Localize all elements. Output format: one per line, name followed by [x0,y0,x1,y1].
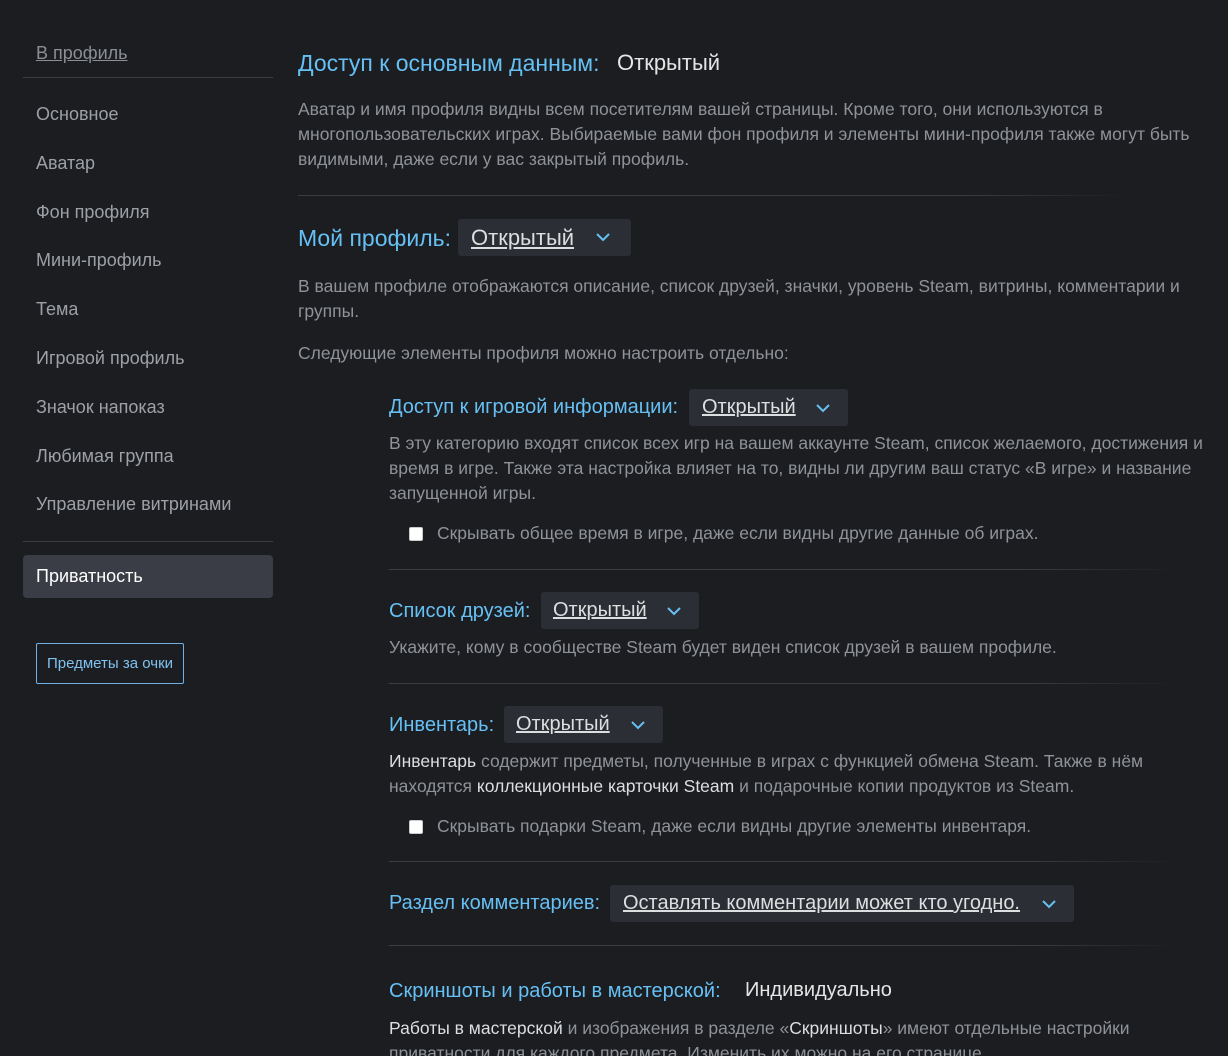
screenshots-title: Скриншоты и работы в мастерской: [389,980,721,1002]
sidebar: В профиль Основное Аватар Фон профиля Ми… [23,40,273,684]
sidebar-item-general[interactable]: Основное [23,90,273,139]
game-info-dropdown-value: Открытый [702,396,796,418]
trading-cards-term: коллекционные карточки Steam [476,776,735,796]
comments-title: Раздел комментариев: [389,892,601,914]
hide-playtime-checkbox[interactable] [409,526,423,541]
my-profile-description: В вашем профиле отображаются описание, с… [298,276,1180,321]
divider [389,683,1179,684]
sidebar-nav: Основное Аватар Фон профиля Мини-профиль… [23,78,273,543]
my-profile-note: Следующие элементы профиля можно настрои… [298,343,789,363]
workshop-term: Работы в мастерской [389,1018,563,1038]
chevron-down-icon [596,233,610,242]
my-profile-dropdown-value: Открытый [471,224,575,250]
hide-gifts-label: Скрывать подарки Steam, даже если видны … [437,816,1032,836]
sidebar-item-privacy[interactable]: Приватность [23,555,273,599]
inventory-dropdown[interactable]: Открытый [504,706,663,743]
my-profile-dropdown[interactable]: Открытый [458,219,631,256]
inventory-dropdown-value: Открытый [516,713,610,735]
divider [389,861,1179,862]
divider [298,195,1128,196]
screenshots-desc-text: и изображения в разделе « [562,1018,790,1038]
comments-dropdown[interactable]: Оставлять комментарии может кто угодно. [610,885,1074,922]
sidebar-item-background[interactable]: Фон профиля [23,188,273,237]
friends-dropdown-value: Открытый [553,599,647,621]
friends-description: Укажите, кому в сообществе Steam будет в… [389,637,1057,657]
divider [389,945,1179,946]
game-info-title: Доступ к игровой информации: [389,396,679,418]
basic-access-value: Открытый [617,50,721,75]
inventory-term: Инвентарь [389,751,477,771]
sidebar-item-mini-profile[interactable]: Мини-профиль [23,236,273,285]
game-info-description: В эту категорию входят список всех игр н… [389,433,1203,503]
friends-dropdown[interactable]: Открытый [541,592,699,629]
friends-title: Список друзей: [389,600,531,622]
chevron-down-icon [667,607,681,616]
inventory-description: Инвентарь содержит предметы, полученные … [389,749,1179,799]
sidebar-item-favorite-group[interactable]: Любимая группа [23,432,273,481]
sidebar-item-featured-badge[interactable]: Значок напоказ [23,383,273,432]
my-profile-title: Мой профиль: [298,225,452,251]
inventory-title: Инвентарь: [389,714,495,736]
sidebar-item-showcases[interactable]: Управление витринами [23,480,273,529]
divider [389,569,1179,570]
sidebar-item-game-profile[interactable]: Игровой профиль [23,334,273,383]
basic-access-title: Доступ к основным данным: [298,50,600,76]
comments-dropdown-value: Оставлять комментарии может кто угодно. [623,892,1020,914]
screenshots-term: Скриншоты [789,1018,883,1038]
inventory-desc-text-2: и подарочные копии продуктов из Steam. [734,776,1075,796]
chevron-down-icon [816,404,830,413]
sidebar-item-theme[interactable]: Тема [23,285,273,334]
sidebar-item-avatar[interactable]: Аватар [23,139,273,188]
hide-gifts-checkbox[interactable] [409,819,423,834]
chevron-down-icon [631,721,645,730]
game-info-dropdown[interactable]: Открытый [689,389,848,426]
hide-playtime-label: Скрывать общее время в игре, даже если в… [437,523,1039,543]
screenshots-value: Индивидуально [745,979,892,1001]
hide-gifts-option: Скрывать подарки Steam, даже если видны … [409,816,1031,837]
screenshots-description: Работы в мастерской и изображения в разд… [389,1016,1179,1056]
back-to-profile-link[interactable]: В профиль [23,40,273,78]
hide-playtime-option: Скрывать общее время в игре, даже если в… [409,523,1039,544]
chevron-down-icon [1042,900,1056,909]
basic-access-description: Аватар и имя профиля видны всем посетите… [298,99,1190,169]
points-shop-button[interactable]: Предметы за очки [36,643,184,684]
